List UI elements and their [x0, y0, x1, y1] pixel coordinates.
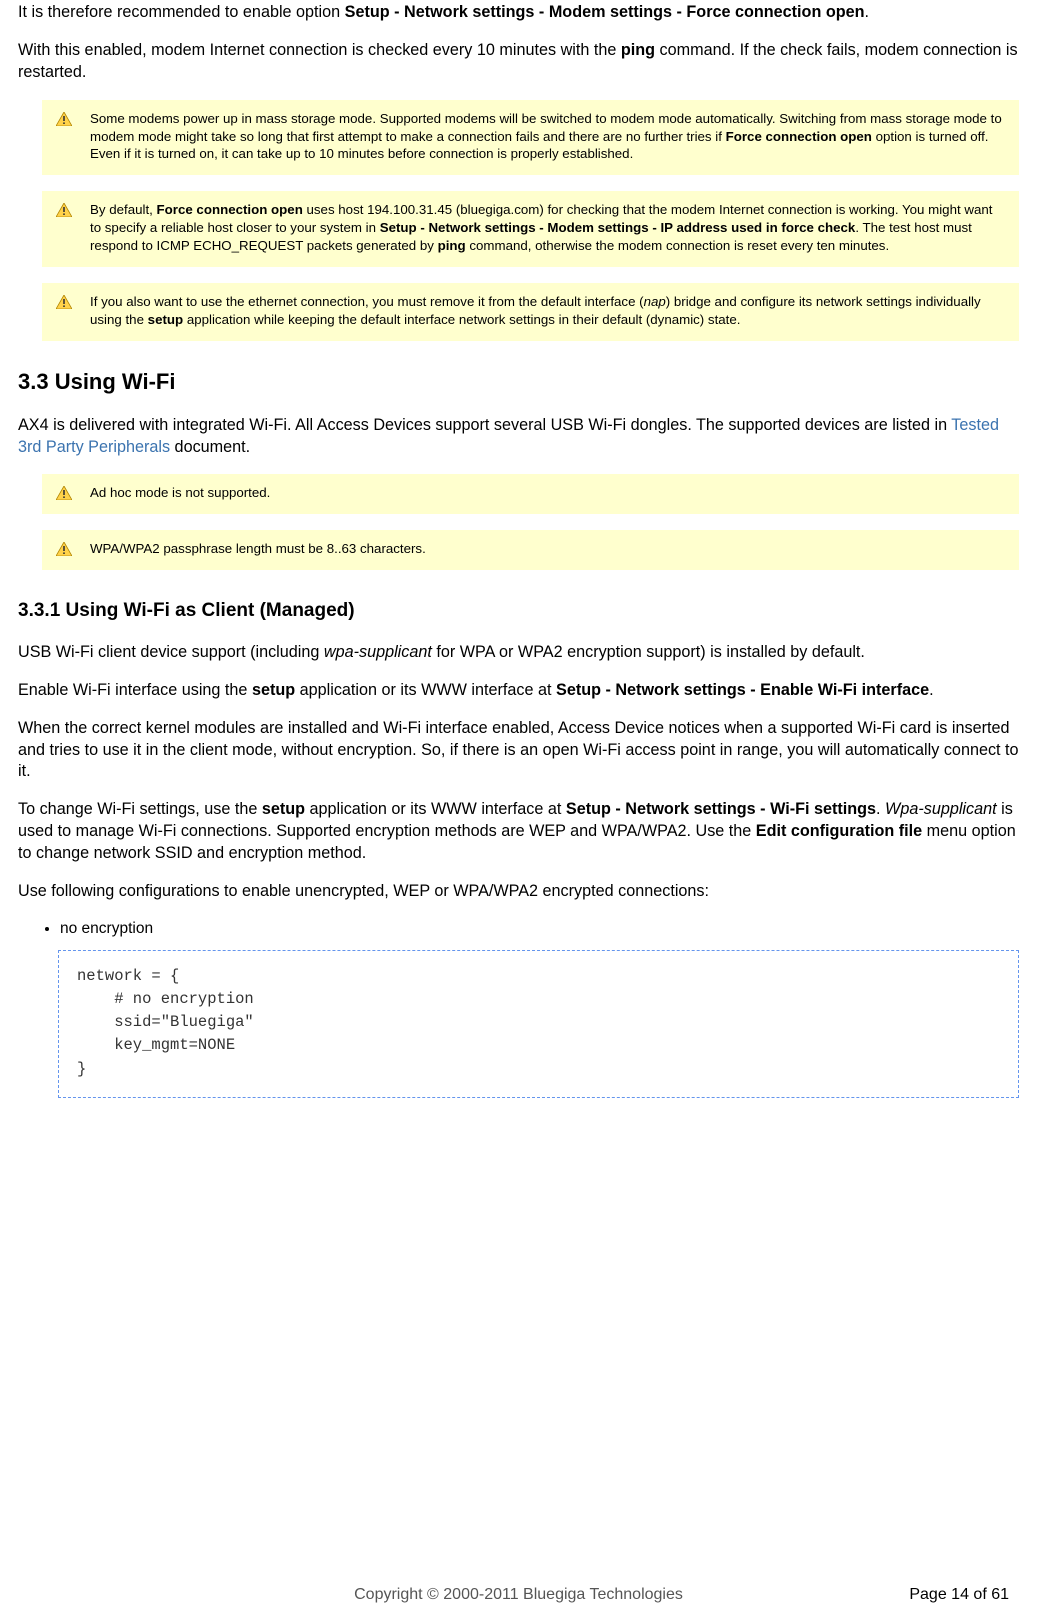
list-item-no-encryption: no encryption: [60, 919, 1019, 940]
section-3-3-1-title: 3.3.1 Using Wi-Fi as Client (Managed): [18, 598, 1019, 624]
command-ping: ping: [621, 41, 655, 59]
text: AX4 is delivered with integrated Wi-Fi. …: [18, 416, 951, 434]
text: application or its WWW interface at: [305, 800, 566, 818]
text: .: [929, 681, 934, 699]
text: for WPA or WPA2 encryption support) is i…: [432, 643, 865, 661]
sec331-para-3: When the correct kernel modules are inst…: [18, 718, 1019, 784]
app-setup: setup: [262, 800, 305, 818]
app-setup: setup: [148, 312, 183, 327]
text: To change Wi-Fi settings, use the: [18, 800, 262, 818]
warning-icon: [56, 486, 72, 500]
warning-icon: [56, 295, 72, 309]
text: Enable Wi-Fi interface using the: [18, 681, 252, 699]
intro-para-1: It is therefore recommended to enable op…: [18, 2, 1019, 24]
sec33-para-1: AX4 is delivered with integrated Wi-Fi. …: [18, 415, 1019, 459]
text: Ad hoc mode is not supported.: [90, 485, 270, 500]
intro-para-2: With this enabled, modem Internet connec…: [18, 40, 1019, 84]
text: .: [865, 3, 870, 21]
text: WPA/WPA2 passphrase length must be 8..63…: [90, 541, 426, 556]
warning-note-ethernet: If you also want to use the ethernet con…: [42, 283, 1019, 341]
text: With this enabled, modem Internet connec…: [18, 41, 621, 59]
option-force-connection-open: Force connection open: [726, 129, 872, 144]
sec331-para-5: Use following configurations to enable u…: [18, 881, 1019, 903]
sec331-para-1: USB Wi-Fi client device support (includi…: [18, 642, 1019, 664]
warning-note-adhoc: Ad hoc mode is not supported.: [42, 474, 1019, 514]
text: application while keeping the default in…: [183, 312, 740, 327]
warning-icon: [56, 112, 72, 126]
section-3-3-title: 3.3 Using Wi-Fi: [18, 367, 1019, 397]
warning-note-passphrase: WPA/WPA2 passphrase length must be 8..63…: [42, 530, 1019, 570]
text: command, otherwise the modem connection …: [466, 238, 889, 253]
text: .: [876, 800, 885, 818]
sec331-para-2: Enable Wi-Fi interface using the setup a…: [18, 680, 1019, 702]
app-setup: setup: [252, 681, 295, 699]
page-footer: Copyright © 2000-2011 Bluegiga Technolog…: [18, 1584, 1019, 1606]
sec331-para-4: To change Wi-Fi settings, use the setup …: [18, 799, 1019, 865]
warning-icon: [56, 203, 72, 217]
code-block-no-encryption: network = { # no encryption ssid="Bluegi…: [58, 950, 1019, 1098]
menu-edit-config-file: Edit configuration file: [756, 822, 922, 840]
text: By default,: [90, 202, 157, 217]
warning-note-mass-storage: Some modems power up in mass storage mod…: [42, 100, 1019, 176]
menu-path: Setup - Network settings - Modem setting…: [380, 220, 856, 235]
page-number: Page 14 of 61: [809, 1584, 1009, 1606]
wpa-supplicant: wpa-supplicant: [324, 643, 432, 661]
text: application or its WWW interface at: [295, 681, 556, 699]
wpa-supplicant: Wpa-supplicant: [885, 800, 997, 818]
warning-icon: [56, 542, 72, 556]
copyright-text: Copyright © 2000-2011 Bluegiga Technolog…: [228, 1584, 809, 1606]
text: It is therefore recommended to enable op…: [18, 3, 345, 21]
option-force-connection-open: Force connection open: [157, 202, 303, 217]
text: document.: [170, 438, 250, 456]
menu-path: Setup - Network settings - Wi-Fi setting…: [566, 800, 876, 818]
text: If you also want to use the ethernet con…: [90, 294, 644, 309]
interface-nap: nap: [644, 294, 666, 309]
text: USB Wi-Fi client device support (includi…: [18, 643, 324, 661]
menu-path: Setup - Network settings - Modem setting…: [345, 3, 865, 21]
menu-path: Setup - Network settings - Enable Wi-Fi …: [556, 681, 929, 699]
warning-note-force-host: By default, Force connection open uses h…: [42, 191, 1019, 267]
command-ping: ping: [438, 238, 466, 253]
